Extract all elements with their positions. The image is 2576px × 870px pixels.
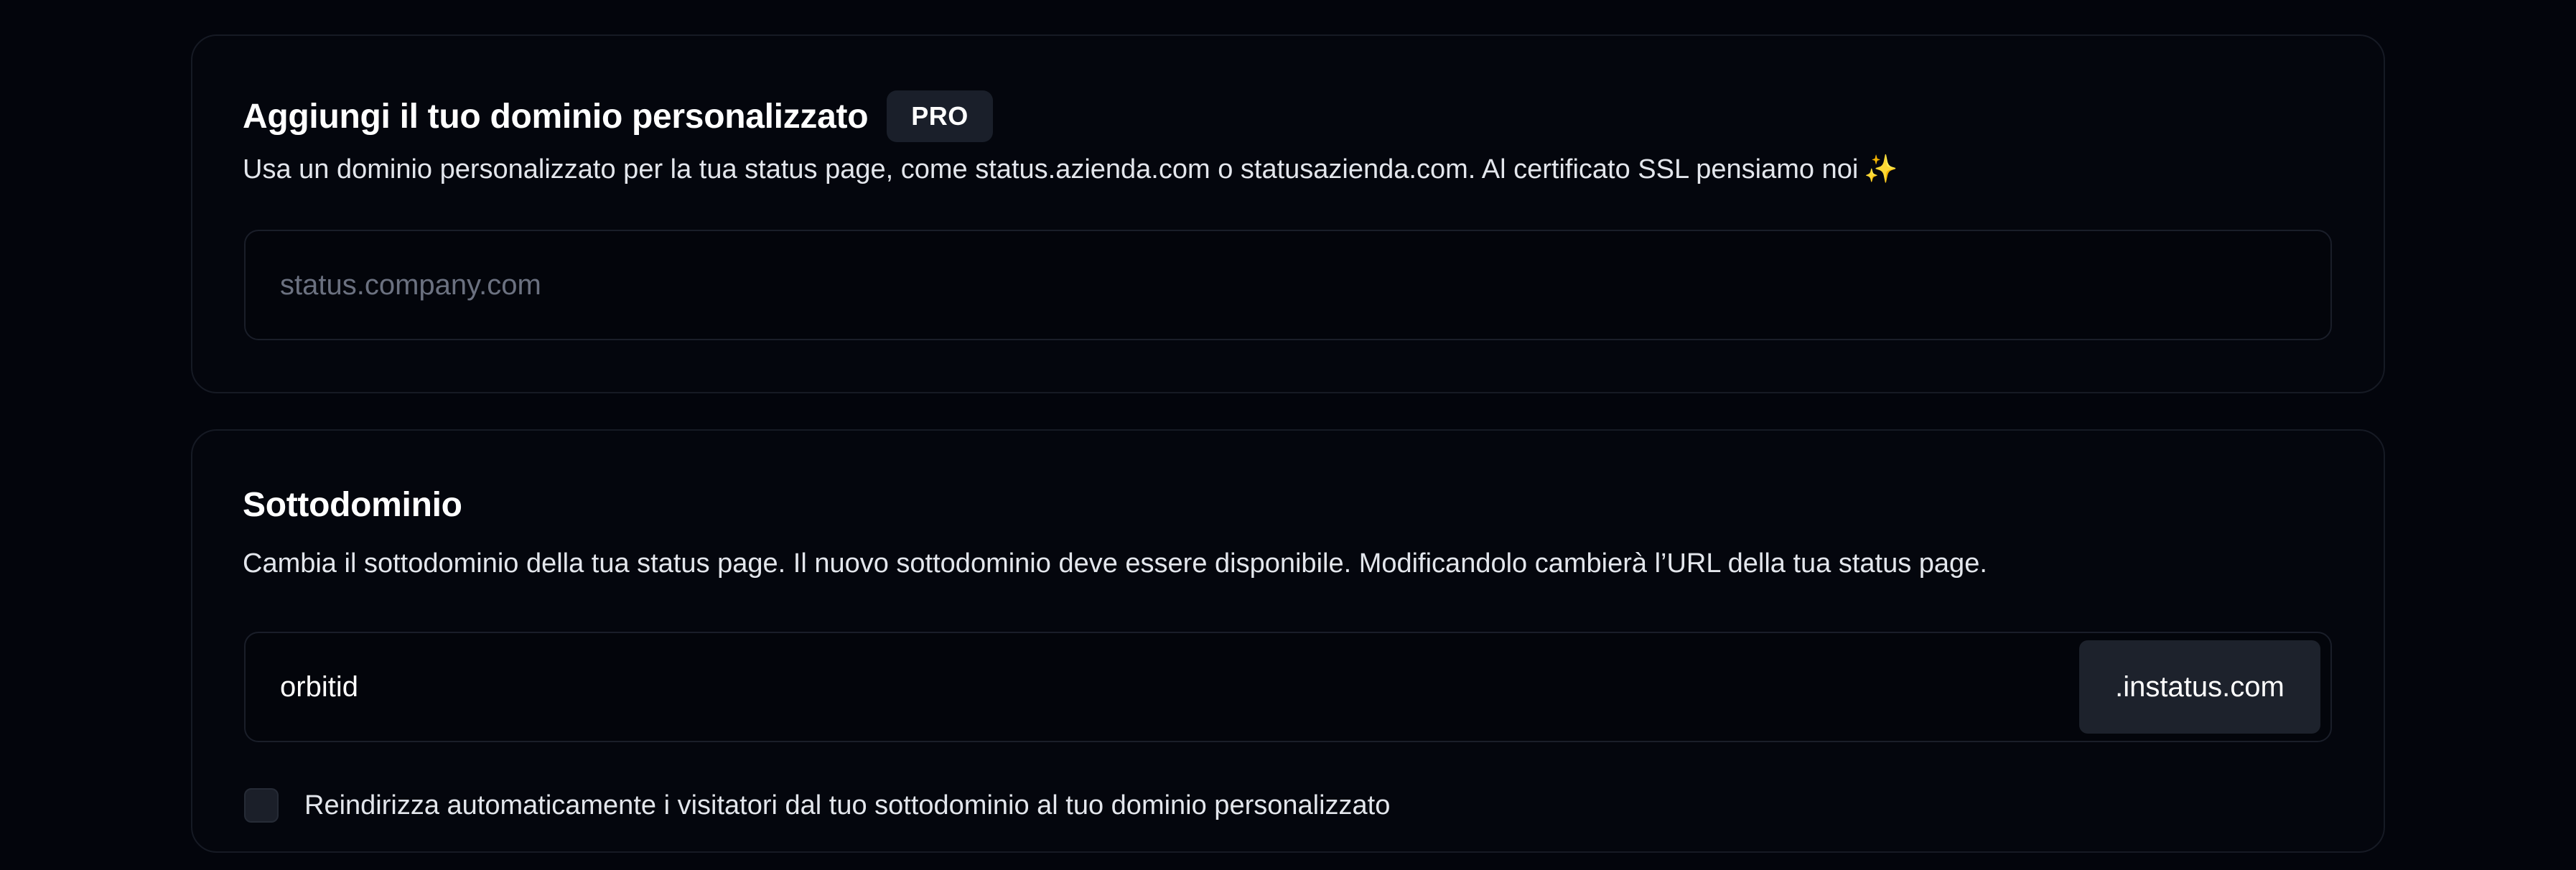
subdomain-input[interactable] <box>280 633 2075 741</box>
custom-domain-title-row: Aggiungi il tuo dominio personalizzato P… <box>243 90 993 142</box>
subdomain-input-box: .instatus.com <box>244 632 2332 742</box>
domain-suffix: .instatus.com <box>2079 640 2320 734</box>
custom-domain-input[interactable] <box>280 231 2147 339</box>
redirect-checkbox[interactable] <box>244 788 279 823</box>
subdomain-card: Sottodominio Cambia il sottodominio dell… <box>191 429 2385 853</box>
subdomain-description: Cambia il sottodominio della tua status … <box>243 548 1987 579</box>
sparkle-icon: ✨ <box>1864 154 1898 184</box>
custom-domain-description-text: Usa un dominio personalizzato per la tua… <box>243 154 1859 184</box>
subdomain-title-row: Sottodominio <box>243 485 462 525</box>
custom-domain-input-box <box>244 230 2332 340</box>
custom-domain-title: Aggiungi il tuo dominio personalizzato <box>243 97 869 136</box>
redirect-checkbox-label[interactable]: Reindirizza automaticamente i visitatori… <box>304 790 1390 821</box>
custom-domain-card: Aggiungi il tuo dominio personalizzato P… <box>191 34 2385 393</box>
redirect-option-row: Reindirizza automaticamente i visitatori… <box>244 788 1390 823</box>
custom-domain-description: Usa un dominio personalizzato per la tua… <box>243 154 1898 185</box>
pro-badge: PRO <box>887 90 993 142</box>
subdomain-title: Sottodominio <box>243 486 462 524</box>
